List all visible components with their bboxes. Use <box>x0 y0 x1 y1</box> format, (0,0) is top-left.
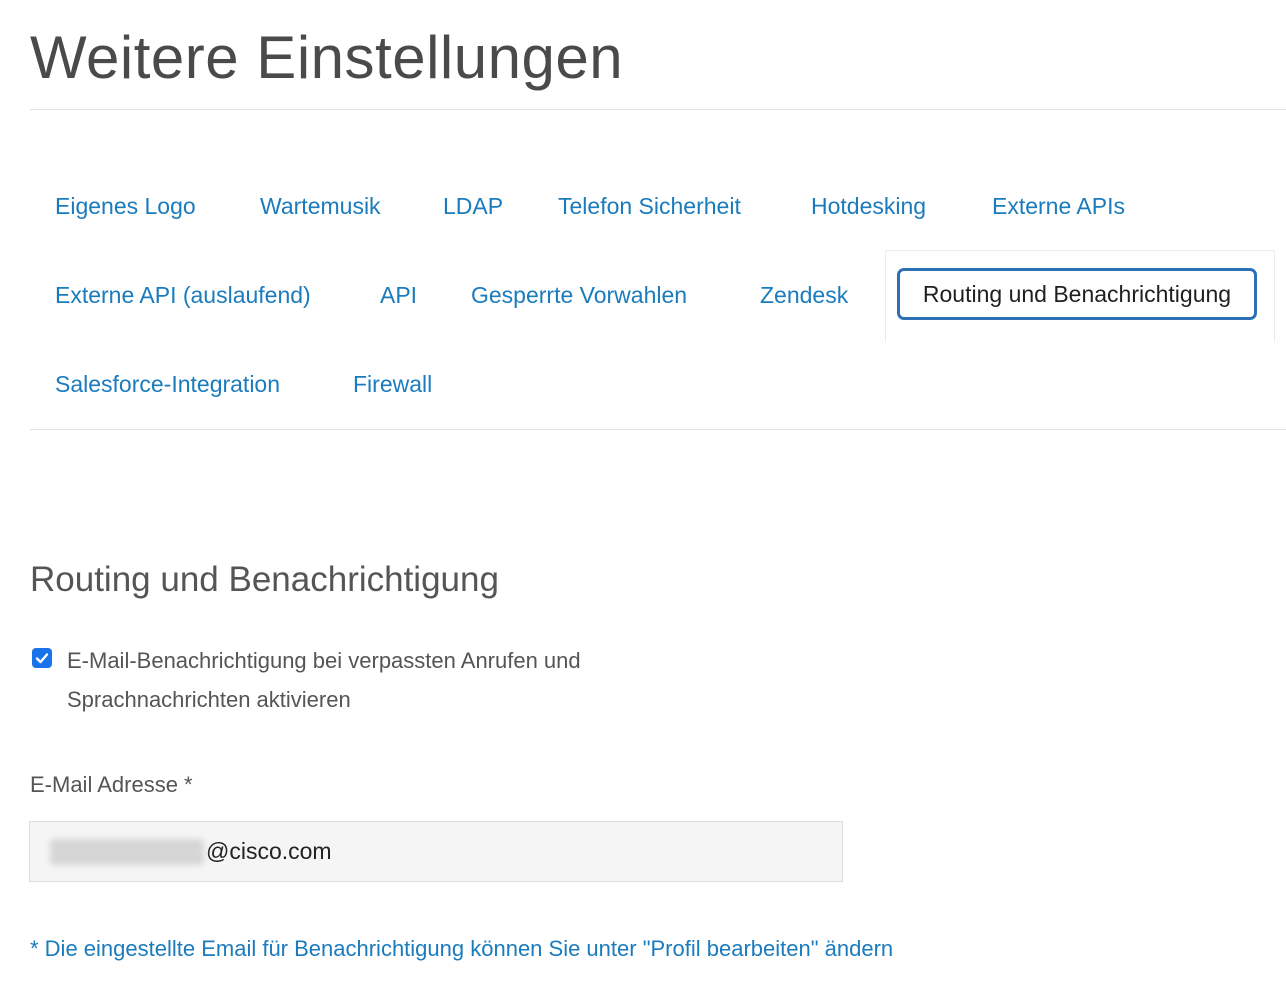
tab-externe-apis[interactable]: Externe APIs <box>992 162 1125 251</box>
checkmark-icon <box>35 653 49 664</box>
active-tab-container: Routing und Benachrichtigung <box>885 250 1275 342</box>
email-address-field[interactable]: @cisco.com <box>29 821 843 882</box>
tab-wartemusik[interactable]: Wartemusik <box>260 162 381 251</box>
tab-row-1: Eigenes Logo Wartemusik LDAP Telefon Sic… <box>30 162 1286 251</box>
page-title: Weitere Einstellungen <box>30 24 624 91</box>
tab-eigenes-logo[interactable]: Eigenes Logo <box>55 162 196 251</box>
tab-zendesk[interactable]: Zendesk <box>760 251 848 340</box>
settings-tabs: Eigenes Logo Wartemusik LDAP Telefon Sic… <box>30 162 1286 429</box>
tab-routing-und-benachrichtigung[interactable]: Routing und Benachrichtigung <box>897 268 1257 320</box>
redacted-email-user <box>50 838 204 865</box>
section-title: Routing und Benachrichtigung <box>30 560 499 599</box>
profile-edit-hint-link[interactable]: * Die eingestellte Email für Benachricht… <box>30 936 893 962</box>
tab-externe-api-auslaufend[interactable]: Externe API (auslaufend) <box>55 251 311 340</box>
tab-ldap[interactable]: LDAP <box>443 162 503 251</box>
tab-gesperrte-vorwahlen[interactable]: Gesperrte Vorwahlen <box>471 251 687 340</box>
tab-row-3: Salesforce-Integration Firewall <box>30 340 1286 429</box>
tab-salesforce-integration[interactable]: Salesforce-Integration <box>55 340 280 429</box>
tab-firewall[interactable]: Firewall <box>353 340 432 429</box>
tab-telefon-sicherheit[interactable]: Telefon Sicherheit <box>558 162 741 251</box>
email-address-label: E-Mail Adresse * <box>30 772 193 797</box>
email-domain: @cisco.com <box>206 838 332 864</box>
tabs-divider <box>30 429 1286 430</box>
tab-hotdesking[interactable]: Hotdesking <box>811 162 926 251</box>
title-divider <box>30 109 1286 110</box>
tab-api[interactable]: API <box>380 251 417 340</box>
email-notification-checkbox[interactable] <box>32 648 52 668</box>
email-notification-label[interactable]: E-Mail-Benachrichtigung bei verpassten A… <box>67 641 687 719</box>
